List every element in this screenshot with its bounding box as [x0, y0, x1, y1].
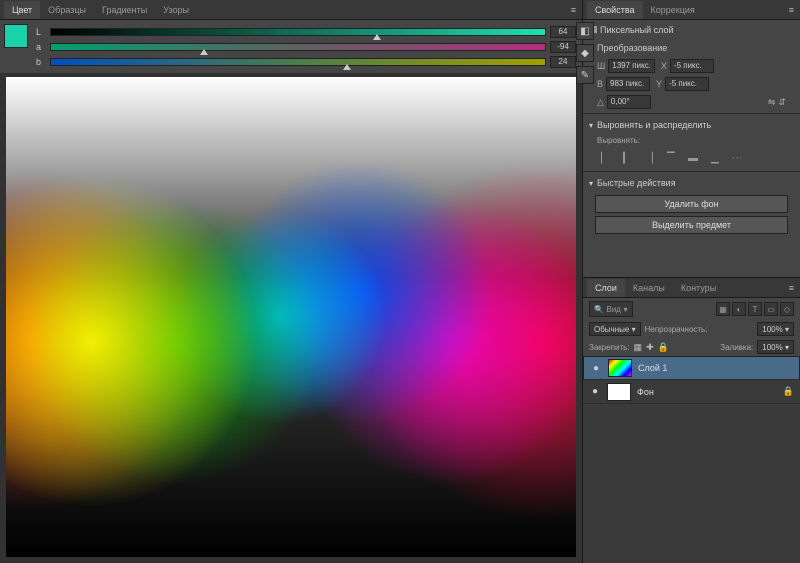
layer-type: Пиксельный слой	[600, 25, 674, 35]
tool-icon-2[interactable]: ◆	[576, 44, 594, 62]
a-slider[interactable]	[50, 43, 546, 51]
b-slider[interactable]	[50, 58, 546, 66]
visibility-icon[interactable]: ●	[589, 386, 601, 397]
width-label: Ш	[597, 61, 605, 71]
align-sub: Выровнять:	[583, 134, 800, 147]
layer-row[interactable]: ● Фон 🔒	[583, 380, 800, 404]
layer-name[interactable]: Фон	[637, 387, 654, 397]
tab-adjustments[interactable]: Коррекция	[643, 1, 703, 19]
panel-menu-icon[interactable]: ≡	[783, 279, 800, 297]
height-label: В	[597, 79, 603, 89]
transform-section: Преобразование	[597, 43, 667, 53]
l-label: L	[36, 27, 46, 37]
chevron-down-icon[interactable]: ▾	[589, 121, 593, 130]
layer-row[interactable]: ● Слой 1	[583, 356, 800, 380]
layers-panel: Слои Каналы Контуры ≡ 🔍 Вид ▾ ▦ ◐ T ▭ ◇ …	[583, 277, 800, 563]
lock-all-icon[interactable]: 🔒	[658, 342, 669, 353]
l-value[interactable]: 64	[550, 26, 576, 38]
color-field[interactable]	[6, 77, 576, 557]
y-input[interactable]: -5 пикс.	[665, 77, 709, 91]
tab-channels[interactable]: Каналы	[625, 279, 673, 297]
x-label: X	[661, 61, 667, 71]
filter-smart-icon[interactable]: ◇	[780, 302, 794, 316]
lock-icon: 🔒	[783, 386, 794, 397]
align-vcenter-icon[interactable]: ▬	[685, 151, 701, 165]
x-input[interactable]: -5 пикс.	[670, 59, 714, 73]
tool-icon-3[interactable]: ✎	[576, 66, 594, 84]
angle-input[interactable]: 0,00°	[607, 95, 651, 109]
fg-bg-swatch[interactable]	[6, 26, 28, 48]
a-label: a	[36, 42, 46, 52]
height-input[interactable]: 983 пикс.	[606, 77, 650, 91]
width-input[interactable]: 1397 пикс.	[608, 59, 655, 73]
fill-input[interactable]: 100% ▾	[757, 340, 794, 354]
chevron-down-icon[interactable]: ▾	[589, 179, 593, 188]
opacity-input[interactable]: 100% ▾	[757, 322, 794, 336]
flip-v-icon[interactable]: ⇵	[778, 97, 786, 108]
vertical-toolbar: ◧ ◆ ✎	[576, 22, 594, 84]
tab-swatches[interactable]: Образцы	[40, 1, 94, 19]
layer-thumbnail[interactable]	[607, 383, 631, 401]
l-slider[interactable]	[50, 28, 546, 36]
layer-filter-select[interactable]: 🔍 Вид ▾	[589, 301, 633, 317]
opacity-label: Непрозрачность:	[645, 325, 708, 334]
color-sliders-area: L 64 a -94 b 24	[0, 20, 582, 73]
properties-panel: Свойства Коррекция ≡ ▦ Пиксельный слой ▾…	[583, 0, 800, 277]
align-hcenter-icon[interactable]: ▎	[619, 151, 635, 165]
filter-type-icon[interactable]: T	[748, 302, 762, 316]
panel-menu-icon[interactable]: ≡	[565, 1, 582, 19]
tab-properties[interactable]: Свойства	[587, 1, 643, 19]
flip-h-icon[interactable]: ⇋	[768, 97, 776, 108]
color-panel: Цвет Образцы Градиенты Узоры ≡ L 64 a -9…	[0, 0, 582, 563]
filter-adjust-icon[interactable]: ◐	[732, 302, 746, 316]
layer-thumbnail[interactable]	[608, 359, 632, 377]
a-value[interactable]: -94	[550, 41, 576, 53]
color-tabs: Цвет Образцы Градиенты Узоры ≡	[0, 0, 582, 20]
align-top-icon[interactable]: ▔	[663, 151, 679, 165]
b-label: b	[36, 57, 46, 67]
align-section: Выровнять и распределить	[597, 120, 711, 130]
y-label: Y	[656, 79, 662, 89]
align-left-icon[interactable]: ▏	[597, 151, 613, 165]
align-bottom-icon[interactable]: ▁	[707, 151, 723, 165]
layer-list: ● Слой 1 ● Фон 🔒	[583, 356, 800, 563]
b-value[interactable]: 24	[550, 56, 576, 68]
tab-color[interactable]: Цвет	[4, 1, 40, 19]
lock-label: Закрепить:	[589, 343, 630, 352]
tab-gradients[interactable]: Градиенты	[94, 1, 155, 19]
blend-mode-select[interactable]: Обычные ▾	[589, 322, 641, 336]
select-subject-button[interactable]: Выделить предмет	[595, 216, 788, 234]
fill-label: Заливка:	[720, 343, 753, 352]
visibility-icon[interactable]: ●	[590, 363, 602, 374]
align-right-icon[interactable]: ▕	[641, 151, 657, 165]
tab-paths[interactable]: Контуры	[673, 279, 724, 297]
panel-menu-icon[interactable]: ≡	[783, 1, 800, 19]
lock-position-icon[interactable]: ✚	[646, 342, 654, 353]
tab-patterns[interactable]: Узоры	[155, 1, 197, 19]
angle-icon: △	[597, 97, 604, 108]
more-icon[interactable]: ⋯	[729, 151, 745, 165]
remove-bg-button[interactable]: Удалить фон	[595, 195, 788, 213]
tab-layers[interactable]: Слои	[587, 279, 625, 297]
filter-pixel-icon[interactable]: ▦	[716, 302, 730, 316]
lock-pixels-icon[interactable]: ▦	[634, 342, 643, 353]
quick-actions-section: Быстрые действия	[597, 178, 676, 188]
filter-shape-icon[interactable]: ▭	[764, 302, 778, 316]
layer-name[interactable]: Слой 1	[638, 363, 667, 373]
tool-icon-1[interactable]: ◧	[576, 22, 594, 40]
